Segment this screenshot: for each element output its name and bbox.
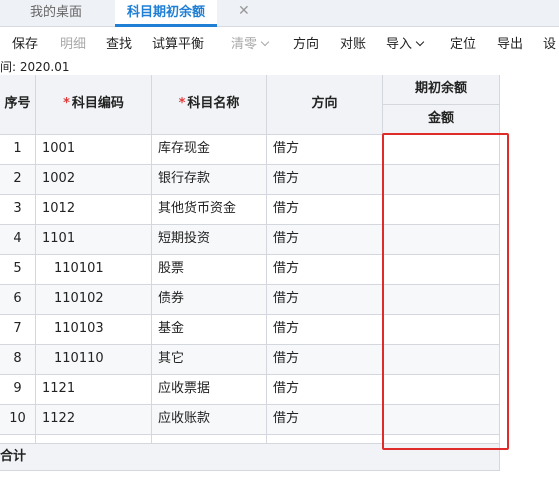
header-opening-balance: 期初余额: [383, 75, 500, 105]
table-row-partial: [267, 435, 383, 443]
cell-seq: 9: [0, 375, 36, 405]
cell-seq: 2: [0, 165, 36, 195]
import-label: 导入: [386, 37, 413, 52]
cell-direction: 借方: [267, 195, 383, 225]
chevron-down-icon: [260, 37, 270, 47]
clear-dropdown[interactable]: 清零: [231, 33, 270, 52]
cell-direction: 借方: [267, 315, 383, 345]
cell-seq: 3: [0, 195, 36, 225]
required-mark: *: [178, 96, 186, 111]
cell-code: 110110: [36, 345, 152, 375]
cell-direction: 借方: [267, 135, 383, 165]
table-row-partial: [152, 435, 267, 443]
header-name-label: 科目名称: [187, 96, 240, 111]
cell-direction: 借方: [267, 165, 383, 195]
header-amount: 金额: [383, 105, 500, 135]
toolbar: 保存 明细 查找 试算平衡 清零 方向 对账 导入 定位 导出 设: [0, 28, 559, 56]
cell-code: 1002: [36, 165, 152, 195]
cell-direction: 借方: [267, 285, 383, 315]
header-code: * 科目编码: [36, 75, 152, 135]
cell-code: 110101: [36, 255, 152, 285]
cell-code: 1001: [36, 135, 152, 165]
cell-code: 1012: [36, 195, 152, 225]
cell-name: 股票: [152, 255, 267, 285]
highlight-frame: [382, 133, 509, 450]
cell-name: 应收账款: [152, 405, 267, 435]
cell-name: 库存现金: [152, 135, 267, 165]
trial-balance-button[interactable]: 试算平衡: [152, 33, 204, 52]
reconcile-button[interactable]: 对账: [340, 33, 366, 52]
table-row-partial: [36, 435, 152, 443]
clear-label: 清零: [231, 37, 258, 52]
table-row-partial: [0, 435, 36, 443]
close-icon[interactable]: ✕: [238, 3, 250, 19]
period-label: 期间: 2020.01: [0, 60, 70, 74]
cell-direction: 借方: [267, 255, 383, 285]
chevron-down-icon: [415, 37, 425, 47]
locate-button[interactable]: 定位: [450, 33, 476, 52]
cell-name: 债券: [152, 285, 267, 315]
cell-name: 银行存款: [152, 165, 267, 195]
cell-name: 其他货币资金: [152, 195, 267, 225]
cell-direction: 借方: [267, 345, 383, 375]
cell-code: 110103: [36, 315, 152, 345]
cell-code: 110102: [36, 285, 152, 315]
cell-name: 基金: [152, 315, 267, 345]
cell-code: 1121: [36, 375, 152, 405]
cell-seq: 4: [0, 225, 36, 255]
tab-bar: 我的桌面 科目期初余额 ✕: [0, 0, 559, 27]
cell-direction: 借方: [267, 405, 383, 435]
detail-button[interactable]: 明细: [60, 33, 86, 52]
tab-my-desktop[interactable]: 我的桌面: [30, 0, 82, 27]
save-button[interactable]: 保存: [12, 33, 38, 52]
find-button[interactable]: 查找: [106, 33, 132, 52]
cell-direction: 借方: [267, 375, 383, 405]
cell-seq: 8: [0, 345, 36, 375]
cell-seq: 5: [0, 255, 36, 285]
required-mark: *: [63, 96, 70, 111]
cell-seq: 7: [0, 315, 36, 345]
header-code-label: 科目编码: [71, 96, 124, 111]
import-dropdown[interactable]: 导入: [386, 33, 425, 52]
cell-name: 应收票据: [152, 375, 267, 405]
cell-code: 1122: [36, 405, 152, 435]
direction-button[interactable]: 方向: [293, 33, 319, 52]
cell-code: 1101: [36, 225, 152, 255]
export-button[interactable]: 导出: [497, 33, 523, 52]
cell-name: 其它: [152, 345, 267, 375]
cell-seq: 6: [0, 285, 36, 315]
cell-seq: 1: [0, 135, 36, 165]
cell-direction: 借方: [267, 225, 383, 255]
header-seq: 序号: [0, 75, 36, 135]
header-direction: 方向: [267, 75, 383, 135]
cell-seq: 10: [0, 405, 36, 435]
header-name: * 科目名称: [152, 75, 267, 135]
tab-account-opening-balance[interactable]: 科目期初余额: [115, 0, 218, 27]
cell-name: 短期投资: [152, 225, 267, 255]
settings-button[interactable]: 设: [543, 33, 556, 52]
